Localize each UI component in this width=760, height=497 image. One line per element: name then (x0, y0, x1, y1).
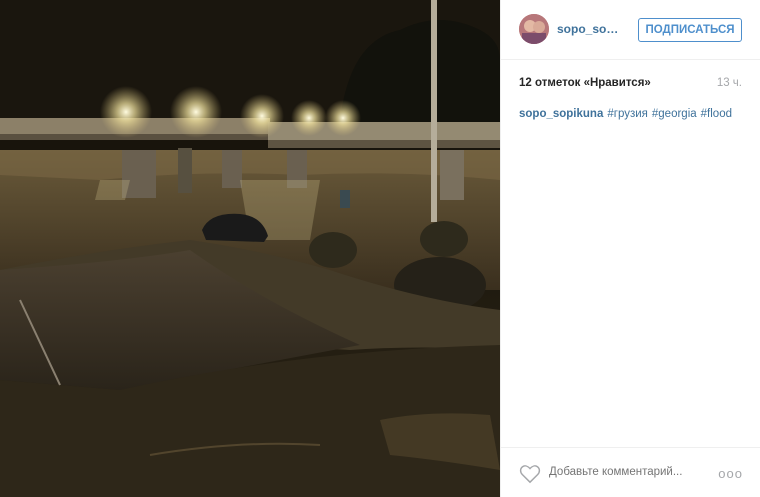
post-header: sopo_sopi... ПОДПИСАТЬСЯ (501, 0, 760, 60)
follow-button[interactable]: ПОДПИСАТЬСЯ (638, 18, 742, 42)
post-details-panel: sopo_sopi... ПОДПИСАТЬСЯ 12 отметок «Нра… (500, 0, 760, 497)
username-link[interactable]: sopo_sopi... (557, 22, 623, 36)
caption-username[interactable]: sopo_sopikuna (519, 108, 603, 120)
likes-count[interactable]: 12 отметок «Нравится» (519, 77, 651, 89)
hashtag-link[interactable]: #georgia (652, 108, 697, 120)
avatar-image (519, 14, 549, 44)
avatar[interactable] (519, 14, 549, 44)
instagram-post-view: sopo_sopi... ПОДПИСАТЬСЯ 12 отметок «Нра… (0, 0, 760, 497)
post-photo[interactable] (0, 0, 500, 497)
more-options-icon[interactable]: ooo (718, 466, 743, 481)
flood-night-photo (0, 0, 500, 497)
post-caption: sopo_sopikuna #грузия #georgia #flood (519, 107, 744, 122)
comment-input[interactable] (549, 466, 709, 478)
post-footer: ooo (501, 447, 760, 497)
post-time[interactable]: 13 ч. (717, 77, 742, 89)
heart-icon[interactable] (519, 464, 541, 484)
hashtag-link[interactable]: #flood (701, 108, 732, 120)
hashtag-link[interactable]: #грузия (607, 108, 648, 120)
